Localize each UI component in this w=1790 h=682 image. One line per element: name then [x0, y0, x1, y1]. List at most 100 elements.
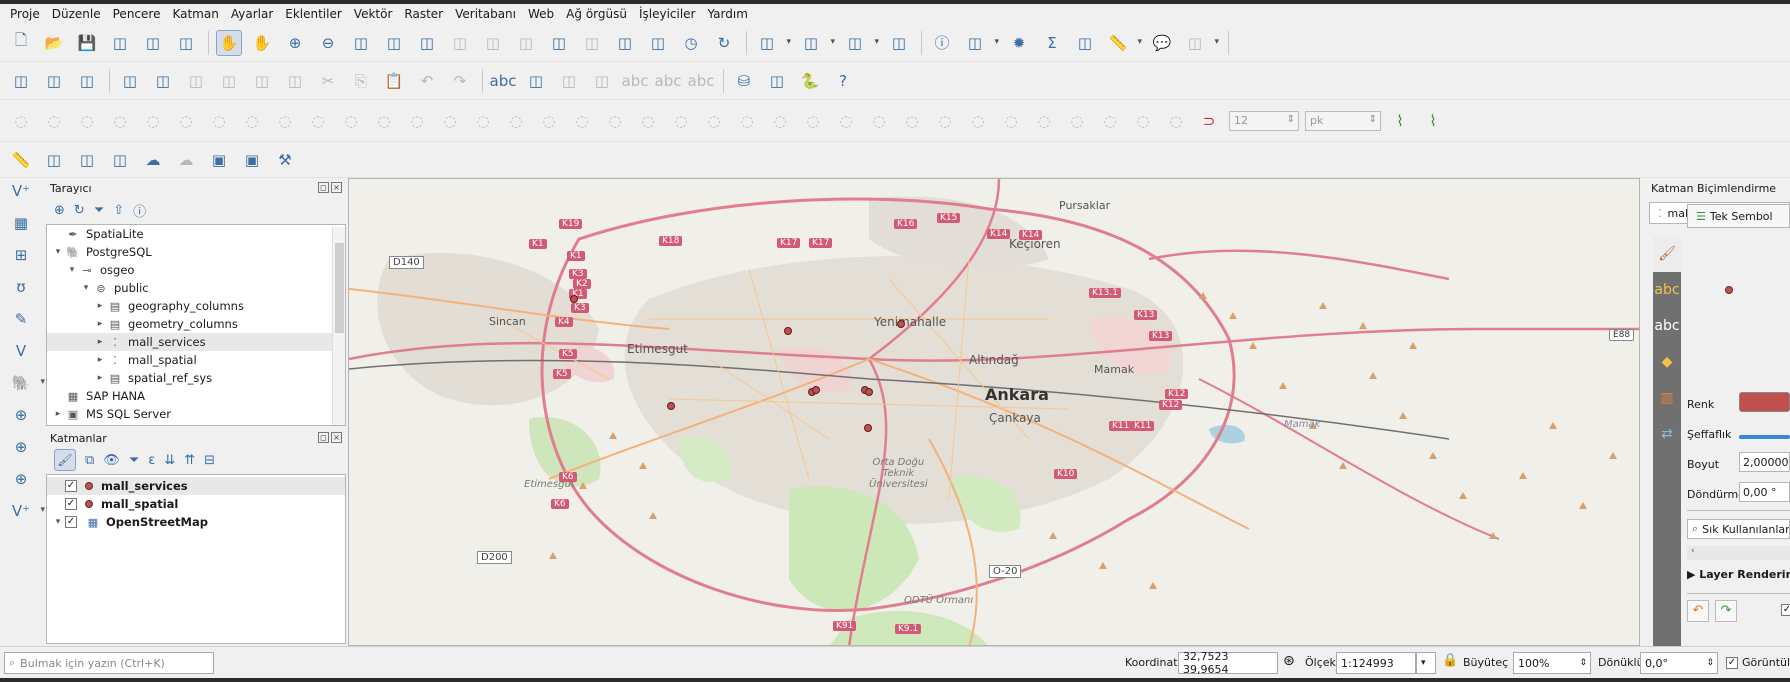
- cloud-icon[interactable]: ☁: [140, 147, 166, 173]
- advanced-digitize-icon[interactable]: ◌: [998, 108, 1024, 134]
- new-temp-layer-icon[interactable]: V⁺: [8, 498, 45, 524]
- text-annotation-icon[interactable]: ◫: [1182, 30, 1219, 56]
- mall-point-marker[interactable]: [897, 320, 905, 328]
- expand-right-icon[interactable]: ▸: [93, 337, 107, 347]
- advanced-digitize-icon[interactable]: ◌: [635, 108, 661, 134]
- python-console-icon[interactable]: 🐍: [797, 68, 823, 94]
- masks-tab-icon[interactable]: abc: [1653, 308, 1681, 344]
- select-poly-icon[interactable]: ◫: [41, 147, 67, 173]
- new-geopackage-icon[interactable]: ◫: [41, 68, 67, 94]
- snap-tolerance-input[interactable]: 12: [1229, 110, 1299, 131]
- layer-rendering-section[interactable]: ▶ Layer Rendering: [1687, 568, 1790, 581]
- temporal-controller-icon[interactable]: ◷: [678, 30, 704, 56]
- lock-scale-icon[interactable]: 🔒: [1442, 653, 1458, 668]
- magnifier-input[interactable]: 100% ⇕: [1513, 652, 1591, 674]
- hammer-icon[interactable]: ⚒: [272, 147, 298, 173]
- copy-icon[interactable]: ⎘: [348, 68, 374, 94]
- select-location-icon[interactable]: ◫: [886, 30, 912, 56]
- layer-item[interactable]: ▾ ✓ ▦ OpenStreetMap: [47, 513, 345, 531]
- close-icon[interactable]: ×: [331, 182, 342, 193]
- advanced-digitize-icon[interactable]: ◌: [371, 108, 397, 134]
- advanced-digitize-icon[interactable]: ◌: [668, 108, 694, 134]
- print-layout-icon[interactable]: ◫: [140, 30, 166, 56]
- menu-0[interactable]: Proje: [4, 7, 46, 21]
- select-features-icon[interactable]: ◫: [754, 30, 791, 56]
- advanced-digitize-icon[interactable]: ◌: [272, 108, 298, 134]
- box-green-icon[interactable]: ▣: [239, 147, 265, 173]
- field-calculator-icon[interactable]: ◫: [1072, 30, 1098, 56]
- zoom-native-icon[interactable]: ◫: [447, 30, 473, 56]
- advanced-digitize-icon[interactable]: ◌: [503, 108, 529, 134]
- collapse-all-icon[interactable]: ⇈: [184, 453, 195, 468]
- add-virtual-layer-icon[interactable]: V: [8, 338, 34, 364]
- advanced-digitize-icon[interactable]: ◌: [338, 108, 364, 134]
- add-spatialite-icon[interactable]: ✎: [8, 306, 34, 332]
- info-icon[interactable]: ⓘ: [133, 201, 146, 220]
- qgis-browser-icon[interactable]: ◫: [764, 68, 790, 94]
- snap-unit-select[interactable]: pk: [1305, 110, 1381, 131]
- show-hide-label-icon[interactable]: ◫: [589, 68, 615, 94]
- browser-item[interactable]: ▸ ▣ MS SQL Server: [47, 405, 333, 423]
- advanced-digitize-icon[interactable]: ◌: [833, 108, 859, 134]
- snapping-magnet-icon[interactable]: ⊃: [1196, 108, 1222, 134]
- mall-point-marker[interactable]: [570, 295, 578, 303]
- expand-all-icon[interactable]: ⇊: [164, 453, 175, 468]
- new-map-view-icon[interactable]: ◫: [546, 30, 572, 56]
- delete-icon[interactable]: ◫: [282, 68, 308, 94]
- menu-5[interactable]: Eklentiler: [279, 7, 348, 21]
- measure-line-icon[interactable]: 📏: [8, 147, 34, 173]
- browser-item[interactable]: ▾ 🐘 PostgreSQL: [47, 243, 333, 261]
- mall-point-marker[interactable]: [865, 388, 873, 396]
- advanced-digitize-icon[interactable]: ◌: [866, 108, 892, 134]
- advanced-digitize-icon[interactable]: ◌: [74, 108, 100, 134]
- zoom-in-icon[interactable]: ⊕: [282, 30, 308, 56]
- menu-6[interactable]: Vektör: [348, 7, 399, 21]
- browser-item[interactable]: ▸ ▤ spatial_ref_sys: [47, 369, 333, 387]
- menu-3[interactable]: Katman: [166, 7, 224, 21]
- select-by-value-icon[interactable]: ◫: [798, 30, 835, 56]
- label-move-icon[interactable]: abc: [622, 68, 649, 94]
- menu-7[interactable]: Raster: [398, 7, 449, 21]
- advanced-digitize-icon[interactable]: ◌: [1064, 108, 1090, 134]
- zoom-out-icon[interactable]: ⊖: [315, 30, 341, 56]
- advanced-digitize-icon[interactable]: ◌: [965, 108, 991, 134]
- expand-right-icon[interactable]: ▸: [93, 355, 107, 365]
- menu-1[interactable]: Düzenle: [46, 7, 107, 21]
- mall-point-marker[interactable]: [812, 386, 820, 394]
- add-selected-layers-icon[interactable]: ⊕: [54, 203, 65, 218]
- add-feature-icon[interactable]: ◫: [216, 68, 242, 94]
- label-change-icon[interactable]: abc: [688, 68, 715, 94]
- settings-icon[interactable]: ✹: [1006, 30, 1032, 56]
- advanced-digitize-icon[interactable]: ◌: [536, 108, 562, 134]
- browser-item[interactable]: ▦ SAP HANA: [47, 387, 333, 405]
- close-icon[interactable]: ×: [331, 432, 342, 443]
- new-shapefile-icon[interactable]: ◫: [74, 68, 100, 94]
- advanced-digitize-icon[interactable]: ◌: [1097, 108, 1123, 134]
- coordinate-input[interactable]: 32,7523 39,9654: [1178, 650, 1278, 676]
- save-project-icon[interactable]: 💾: [74, 30, 100, 56]
- refresh-icon[interactable]: ↻: [74, 203, 85, 218]
- advanced-digitize-icon[interactable]: ◌: [437, 108, 463, 134]
- deselect-icon[interactable]: ◫: [842, 30, 879, 56]
- opacity-slider[interactable]: [1739, 435, 1790, 439]
- advanced-digitize-icon[interactable]: ◌: [173, 108, 199, 134]
- advanced-digitize-icon[interactable]: ◌: [569, 108, 595, 134]
- zoom-full-icon[interactable]: ◫: [348, 30, 374, 56]
- save-as-icon[interactable]: ◫: [107, 30, 133, 56]
- diagrams-tab-icon[interactable]: ▥: [1653, 380, 1681, 416]
- advanced-digitize-icon[interactable]: ◌: [8, 108, 34, 134]
- advanced-digitize-icon[interactable]: ◌: [767, 108, 793, 134]
- undo-icon[interactable]: ↶: [414, 68, 440, 94]
- cut-icon[interactable]: ✂: [315, 68, 341, 94]
- diagram-icon[interactable]: ◫: [523, 68, 549, 94]
- map-canvas[interactable]: Pursaklar Keçiören Yenimahalle Sincan Etimes…: [348, 178, 1640, 646]
- advanced-digitize-icon[interactable]: ◌: [1130, 108, 1156, 134]
- expand-down-icon[interactable]: ▾: [51, 517, 65, 527]
- new-3d-map-icon[interactable]: ◫: [579, 30, 605, 56]
- toggle-extents-icon[interactable]: ⊛: [1283, 653, 1295, 669]
- label-icon[interactable]: abc: [490, 68, 517, 94]
- expand-down-icon[interactable]: ▾: [65, 265, 79, 275]
- mall-point-marker[interactable]: [784, 327, 792, 335]
- menu-9[interactable]: Web: [522, 7, 560, 21]
- add-group-icon[interactable]: ⧉: [85, 453, 94, 468]
